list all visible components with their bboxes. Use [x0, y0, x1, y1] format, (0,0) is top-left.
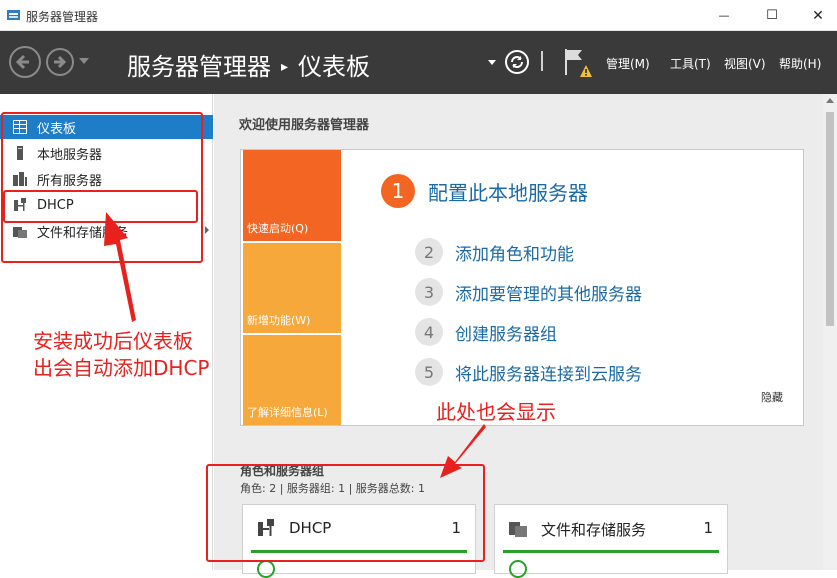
tile-label: 快速启动(Q) — [247, 222, 309, 235]
step-label: 配置此本地服务器 — [428, 180, 588, 205]
menu-manage[interactable]: 管理(M) — [606, 55, 650, 72]
hide-link[interactable]: 隐藏 — [761, 389, 783, 405]
welcome-title: 欢迎使用服务器管理器 — [239, 118, 370, 133]
close-icon: ✕ — [812, 7, 824, 24]
step-number: 1 — [381, 174, 415, 208]
maximize-button[interactable]: ☐ — [749, 0, 795, 31]
scrollbar-thumb[interactable] — [826, 112, 834, 326]
step-label: 添加要管理的其他服务器 — [455, 284, 642, 305]
menu-help[interactable]: 帮助(H) — [779, 55, 821, 72]
tile-learn-more[interactable]: 了解详细信息(L) — [243, 335, 341, 425]
annotation-box-sidebar — [1, 112, 203, 263]
card-count: 1 — [703, 519, 713, 537]
history-dropdown-icon[interactable] — [79, 58, 89, 64]
title-bar: 服务器管理器 — ☐ ✕ — [0, 0, 837, 31]
status-bar — [503, 550, 719, 553]
status-ok-icon — [257, 560, 275, 578]
step-configure-local-server[interactable]: 1 配置此本地服务器 — [381, 174, 588, 208]
forward-arrow-icon — [54, 55, 67, 69]
annotation-text-sidebar-line2: 出会自动添加DHCP — [33, 356, 210, 380]
minimize-icon: — — [718, 9, 730, 22]
step-label: 创建服务器组 — [455, 324, 557, 345]
header-divider — [541, 51, 543, 71]
notification-flag-icon[interactable] — [562, 47, 594, 79]
tile-quick-start[interactable]: 快速启动(Q) — [243, 150, 341, 241]
role-card-file-storage[interactable]: 文件和存储服务 1 — [494, 504, 728, 578]
back-arrow-icon — [15, 54, 29, 70]
step-add-servers[interactable]: 3 添加要管理的其他服务器 — [415, 278, 642, 306]
menu-view[interactable]: 视图(V) — [724, 55, 766, 72]
annotation-box-dhcp-item — [3, 190, 198, 223]
back-button[interactable] — [9, 46, 41, 78]
quick-start-panel: 快速启动(Q) 新增功能(W) 了解详细信息(L) 1 配置此本地服务器 2 添… — [240, 149, 804, 426]
forward-button[interactable] — [46, 48, 74, 76]
maximize-icon: ☐ — [766, 8, 778, 23]
step-number: 5 — [415, 358, 443, 386]
annotation-box-dhcp-card — [206, 464, 485, 562]
card-title: 文件和存储服务 — [541, 521, 647, 539]
breadcrumb-dropdown-icon[interactable] — [488, 60, 496, 65]
header-bar: 服务器管理器 ▸ 仪表板 管理(M) 工具(T) 视图(V) 帮助(H) — [0, 31, 837, 94]
storage-icon — [509, 522, 527, 537]
step-number: 4 — [415, 318, 443, 346]
scroll-up-icon[interactable] — [826, 98, 834, 103]
step-label: 添加角色和功能 — [455, 244, 574, 265]
close-button[interactable]: ✕ — [795, 0, 837, 31]
tile-label: 了解详细信息(L) — [247, 406, 328, 419]
annotation-text-sidebar-line1: 安装成功后仪表板 — [33, 329, 193, 353]
breadcrumb-current: 仪表板 — [298, 53, 371, 81]
breadcrumb: 服务器管理器 ▸ 仪表板 — [127, 47, 370, 82]
main-scrollbar[interactable] — [823, 94, 837, 570]
menu-tools[interactable]: 工具(T) — [670, 55, 711, 72]
minimize-button[interactable]: — — [701, 0, 747, 31]
refresh-button[interactable] — [505, 50, 529, 74]
expand-arrow-icon[interactable] — [205, 226, 209, 234]
step-number: 2 — [415, 238, 443, 266]
status-ok-icon — [509, 560, 527, 578]
tile-label: 新增功能(W) — [247, 314, 311, 327]
refresh-icon — [511, 56, 523, 68]
breadcrumb-separator-icon: ▸ — [281, 59, 289, 75]
tile-whats-new[interactable]: 新增功能(W) — [243, 243, 341, 333]
annotation-text-card: 此处也会显示 — [436, 400, 556, 424]
step-label: 将此服务器连接到云服务 — [455, 364, 642, 385]
step-create-group[interactable]: 4 创建服务器组 — [415, 318, 557, 346]
server-manager-app-icon — [7, 10, 20, 20]
step-add-roles[interactable]: 2 添加角色和功能 — [415, 238, 574, 266]
step-connect-cloud[interactable]: 5 将此服务器连接到云服务 — [415, 358, 642, 386]
breadcrumb-root[interactable]: 服务器管理器 — [127, 53, 271, 81]
step-number: 3 — [415, 278, 443, 306]
window-title: 服务器管理器 — [26, 10, 99, 24]
